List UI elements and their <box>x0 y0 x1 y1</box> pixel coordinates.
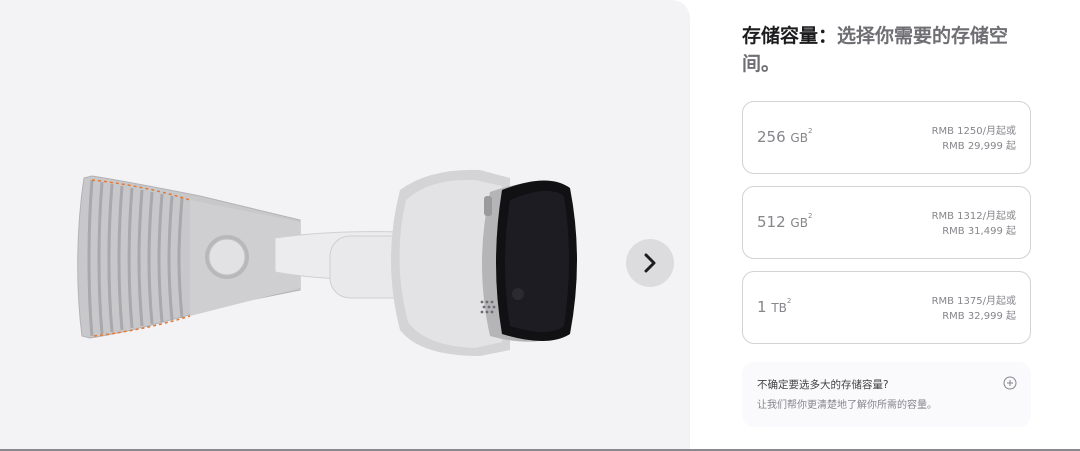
vision-pro-headset-image <box>77 169 577 356</box>
plus-circle-icon <box>1003 376 1017 390</box>
option-price: RMB 1312/月起或 RMB 31,499 起 <box>932 210 1016 239</box>
option-capacity: 256 GB2 <box>757 127 813 146</box>
option-monthly-price: RMB 1312/月起或 <box>931 211 1016 222</box>
product-gallery <box>0 0 690 451</box>
help-question: 不确定要选多大的存储容量? <box>757 379 889 391</box>
option-capacity: 512 GB2 <box>757 212 813 231</box>
option-full-price: RMB 32,999 起 <box>942 310 1016 322</box>
help-answer: 让我们帮你更清楚地了解你所需的容量。 <box>757 400 937 411</box>
chevron-right-icon <box>644 253 656 273</box>
storage-option-512gb[interactable]: 512 GB2 RMB 1312/月起或 RMB 31,499 起 <box>742 186 1031 259</box>
speaker-grille <box>480 300 496 314</box>
option-monthly-price: RMB 1375/月起或 <box>931 296 1016 307</box>
option-monthly-price: RMB 1250/月起或 <box>931 126 1016 137</box>
storage-config-panel: 存储容量：选择你需要的存储空间。 256 GB2 RMB 1250/月起或 RM… <box>742 0 1042 451</box>
option-full-price: RMB 29,999 起 <box>942 140 1016 152</box>
storage-option-256gb[interactable]: 256 GB2 RMB 1250/月起或 RMB 29,999 起 <box>742 101 1031 174</box>
option-price: RMB 1375/月起或 RMB 32,999 起 <box>932 295 1016 324</box>
storage-heading-label: 存储容量： <box>742 25 838 47</box>
option-price: RMB 1250/月起或 RMB 29,999 起 <box>932 125 1016 154</box>
storage-option-1tb[interactable]: 1 TB2 RMB 1375/月起或 RMB 32,999 起 <box>742 271 1031 344</box>
storage-heading: 存储容量：选择你需要的存储空间。 <box>742 22 1022 78</box>
option-capacity: 1 TB2 <box>757 297 792 316</box>
option-full-price: RMB 31,499 起 <box>942 225 1016 237</box>
storage-help-card[interactable]: 不确定要选多大的存储容量? 让我们帮你更清楚地了解你所需的容量。 <box>742 362 1031 427</box>
next-image-button[interactable] <box>626 239 674 287</box>
